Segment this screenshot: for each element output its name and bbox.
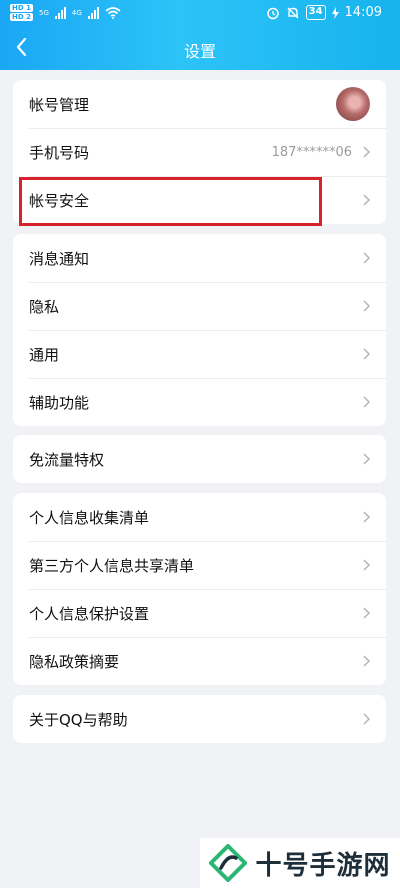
avatar <box>336 87 370 121</box>
settings-item-label: 隐私 <box>29 297 60 316</box>
settings-item-label: 手机号码 <box>29 143 90 162</box>
header-bar: HD 1 HD 2 5G 4G 34 14:09 设置 <box>0 0 400 70</box>
watermark: 十号手游网 <box>200 838 400 888</box>
preferences-section: 消息通知 隐私 通用 辅助功能 <box>13 234 386 426</box>
network2-label: 4G <box>71 8 82 17</box>
settings-item-label: 通用 <box>29 345 60 364</box>
settings-item-label: 帐号安全 <box>29 191 90 210</box>
chevron-right-icon <box>363 713 370 725</box>
chevron-right-icon <box>363 511 370 523</box>
watermark-text: 十号手游网 <box>255 850 391 881</box>
chevron-right-icon <box>363 194 370 206</box>
settings-item-label: 关于QQ与帮助 <box>29 710 128 729</box>
settings-item-info-protection[interactable]: 个人信息保护设置 <box>13 589 386 637</box>
page-title: 设置 <box>183 42 216 61</box>
watermark-logo-icon <box>209 844 248 882</box>
settings-item-label: 个人信息保护设置 <box>29 604 150 623</box>
sim2-badge: HD 2 <box>10 13 33 21</box>
mute-bell-icon <box>287 7 299 18</box>
chevron-right-icon <box>363 607 370 619</box>
chevron-right-icon <box>363 146 370 158</box>
personal-info-section: 个人信息收集清单 第三方个人信息共享清单 个人信息保护设置 隐私政策摘要 <box>13 493 386 685</box>
settings-item-phone-number[interactable]: 手机号码 187******06 <box>13 128 386 176</box>
phone-number-value: 187******06 <box>271 144 352 160</box>
signal1-icon <box>54 6 66 19</box>
settings-item-free-data[interactable]: 免流量特权 <box>13 435 386 483</box>
account-section: 帐号管理 手机号码 187******06 帐号安全 <box>13 80 386 224</box>
sim-indicators: HD 1 HD 2 <box>10 4 33 21</box>
chevron-right-icon <box>363 396 370 408</box>
about-section: 关于QQ与帮助 <box>13 695 386 743</box>
settings-item-label: 帐号管理 <box>29 95 90 114</box>
chevron-right-icon <box>363 655 370 667</box>
chevron-right-icon <box>363 252 370 264</box>
chevron-right-icon <box>363 453 370 465</box>
settings-item-account-management[interactable]: 帐号管理 <box>13 80 386 128</box>
network1-label: 5G <box>38 8 49 17</box>
status-bar: HD 1 HD 2 5G 4G 34 14:09 <box>0 0 400 28</box>
settings-item-label: 免流量特权 <box>29 450 105 469</box>
settings-item-info-collection-list[interactable]: 个人信息收集清单 <box>13 493 386 541</box>
settings-item-label: 辅助功能 <box>29 393 90 412</box>
battery-indicator: 34 <box>305 5 326 20</box>
settings-item-label: 第三方个人信息共享清单 <box>29 556 195 575</box>
chevron-right-icon <box>363 559 370 571</box>
status-right: 34 14:09 <box>266 5 382 20</box>
settings-item-label: 消息通知 <box>29 249 90 268</box>
alarm-icon <box>266 7 279 19</box>
status-time: 14:09 <box>344 5 382 20</box>
settings-item-notifications[interactable]: 消息通知 <box>13 234 386 282</box>
settings-item-accessibility[interactable]: 辅助功能 <box>13 378 386 426</box>
status-left: HD 1 HD 2 5G 4G <box>10 4 121 21</box>
settings-item-privacy[interactable]: 隐私 <box>13 282 386 330</box>
settings-item-label: 隐私政策摘要 <box>29 652 120 671</box>
settings-item-third-party-sharing-list[interactable]: 第三方个人信息共享清单 <box>13 541 386 589</box>
settings-item-general[interactable]: 通用 <box>13 330 386 378</box>
charging-icon <box>331 6 339 19</box>
settings-item-label: 个人信息收集清单 <box>29 508 150 527</box>
settings-item-account-security[interactable]: 帐号安全 <box>13 176 386 224</box>
wifi-icon <box>105 6 121 19</box>
sim1-badge: HD 1 <box>10 4 33 12</box>
settings-item-privacy-policy-summary[interactable]: 隐私政策摘要 <box>13 637 386 685</box>
settings-item-about-help[interactable]: 关于QQ与帮助 <box>13 695 386 743</box>
chevron-right-icon <box>363 348 370 360</box>
free-data-section: 免流量特权 <box>13 435 386 483</box>
chevron-right-icon <box>363 300 370 312</box>
signal2-icon <box>87 6 99 19</box>
